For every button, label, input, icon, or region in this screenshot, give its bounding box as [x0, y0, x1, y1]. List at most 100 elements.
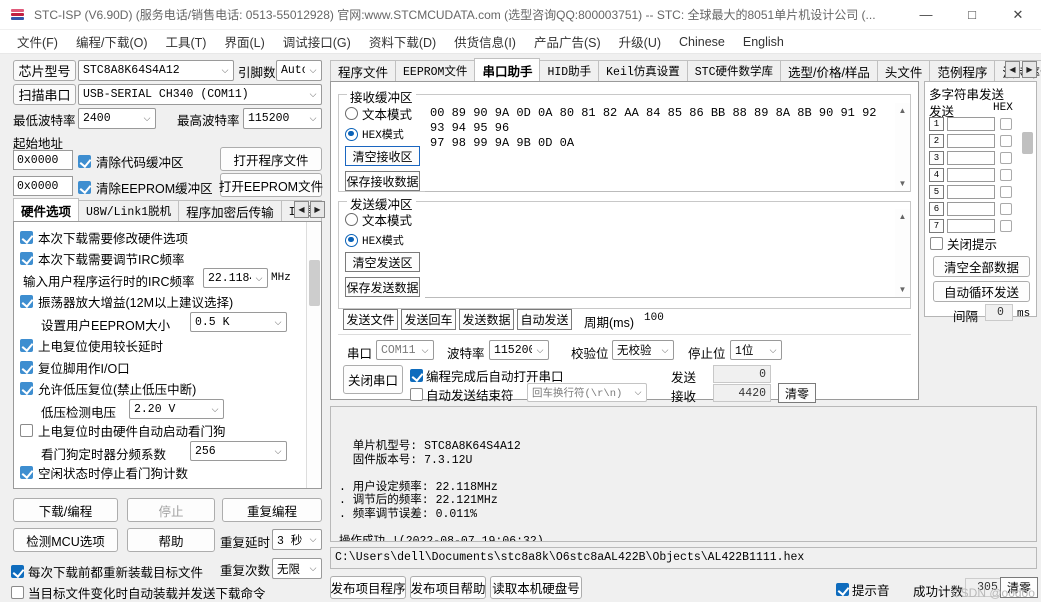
multi-send-text-input[interactable]	[947, 134, 995, 148]
multi-send-index-button[interactable]: 5	[929, 185, 944, 199]
option-adjust-irc[interactable]: 本次下载需要调节IRC频率	[20, 249, 185, 268]
send-period-value[interactable]: 100	[644, 312, 664, 324]
eeprom-size-select[interactable]: 0.5 K ⌵	[190, 312, 287, 332]
multi-send-text-input[interactable]	[947, 202, 995, 216]
tab-program-file[interactable]: 程序文件	[330, 60, 397, 81]
read-disk-id-button[interactable]: 读取本机硬盘号	[490, 576, 582, 599]
close-hint-checkbox[interactable]: 关闭提示	[930, 234, 997, 253]
tab-example-program[interactable]: 范例程序	[929, 60, 996, 81]
receive-hex-mode-radio[interactable]: HEX模式	[345, 126, 404, 142]
send-content[interactable]	[425, 209, 893, 215]
receive-text-mode-radio[interactable]: 文本模式	[345, 104, 412, 123]
multi-send-text-input[interactable]	[947, 219, 995, 233]
menu-item-chinese[interactable]: Chinese	[670, 33, 734, 51]
left-tab-scroll-left-button[interactable]: ◀	[294, 201, 309, 218]
save-receive-button[interactable]: 保存接收数据	[345, 171, 420, 191]
wdt-prescale-select[interactable]: 256 ⌵	[190, 441, 287, 461]
irc-frequency-input[interactable]: 22.1184 ⌵	[203, 268, 268, 288]
receive-content[interactable]: 00 89 90 9A 0D 0A 80 81 82 AA 84 85 86 B…	[425, 103, 893, 154]
main-tab-scroll-right-button[interactable]: ▶	[1022, 61, 1037, 78]
send-data-button[interactable]: 发送数据	[459, 309, 514, 330]
option-power-reset-delay[interactable]: 上电复位使用较长延时	[20, 336, 163, 355]
autoload-on-change-checkbox[interactable]: 当目标文件变化时自动装载并发送下载命令	[11, 583, 266, 602]
options-scrollbar[interactable]	[306, 222, 321, 488]
chip-model-select[interactable]: STC8A8K64S4A12 ⌵	[78, 60, 234, 81]
tab-u8w-offline[interactable]: U8W/Link1脱机	[78, 200, 180, 221]
menu-item-upgrade[interactable]: 升级(U)	[610, 30, 670, 53]
menu-item-program[interactable]: 编程/下载(O)	[67, 30, 157, 53]
auto-loop-send-button[interactable]: 自动循环发送	[933, 281, 1030, 302]
scroll-up-icon[interactable]: ▲	[895, 209, 910, 224]
send-file-button[interactable]: 发送文件	[343, 309, 398, 330]
stop-button[interactable]: 停止	[127, 498, 215, 522]
menu-item-supply[interactable]: 供货信息(I)	[445, 30, 525, 53]
scroll-down-icon[interactable]: ▼	[895, 282, 910, 297]
open-eeprom-file-button[interactable]: 打开EEPROM文件	[219, 173, 323, 197]
multi-send-hex-checkbox[interactable]	[1000, 118, 1012, 130]
eeprom-start-address-input[interactable]: 0x0000	[13, 176, 73, 196]
menu-item-english[interactable]: English	[734, 33, 793, 51]
auto-send-button[interactable]: 自动发送	[517, 309, 572, 330]
code-start-address-input[interactable]: 0x0000	[13, 150, 73, 170]
menu-item-file[interactable]: 文件(F)	[8, 30, 67, 53]
tab-hid-assistant[interactable]: HID助手	[539, 60, 600, 81]
left-tab-scroll-right-button[interactable]: ▶	[310, 201, 325, 218]
clear-counters-button[interactable]: 清零	[778, 383, 816, 403]
send-hex-mode-radio[interactable]: HEX模式	[345, 232, 404, 248]
minimize-button[interactable]: —	[903, 0, 949, 30]
clear-all-data-button[interactable]: 清空全部数据	[933, 256, 1030, 277]
scan-port-select[interactable]: USB-SERIAL CH340 (COM11) ⌵	[78, 84, 322, 105]
menu-item-debug[interactable]: 调试接口(G)	[274, 30, 360, 53]
auto-terminator-checkbox[interactable]: 自动发送结束符	[410, 385, 514, 404]
tab-serial-assistant[interactable]: 串口助手	[474, 58, 541, 81]
tab-header-file[interactable]: 头文件	[876, 60, 931, 81]
send-text-mode-radio[interactable]: 文本模式	[345, 210, 412, 229]
multi-send-hex-checkbox[interactable]	[1000, 220, 1012, 232]
clear-eeprom-buffer-checkbox[interactable]: 清除EEPROM缓冲区	[78, 178, 213, 197]
multi-send-text-input[interactable]	[947, 151, 995, 165]
multi-send-hex-checkbox[interactable]	[1000, 169, 1012, 181]
menu-item-tools[interactable]: 工具(T)	[157, 30, 216, 53]
lvd-voltage-select[interactable]: 2.20 V ⌵	[129, 399, 224, 419]
clear-receive-button[interactable]: 清空接收区	[345, 146, 420, 166]
tab-stc-math-lib[interactable]: STC硬件数学库	[686, 60, 781, 81]
option-lvd-reset[interactable]: 允许低压复位(禁止低压中断)	[20, 379, 196, 398]
repeat-delay-select[interactable]: 3 秒 ⌵	[272, 529, 322, 550]
help-button[interactable]: 帮助	[127, 528, 215, 552]
serial-baud-select[interactable]: 115200 ⌵	[489, 340, 549, 360]
multi-send-text-input[interactable]	[947, 117, 995, 131]
tab-selection-price[interactable]: 选型/价格/样品	[779, 60, 878, 81]
beep-checkbox[interactable]: 提示音	[836, 580, 890, 599]
max-baud-select[interactable]: 115200 ⌵	[243, 108, 322, 129]
option-modify-hardware-options[interactable]: 本次下载需要修改硬件选项	[20, 228, 188, 247]
serial-parity-select[interactable]: 无校验 ⌵	[612, 340, 674, 360]
menu-item-downloads[interactable]: 资料下载(D)	[360, 30, 445, 53]
serial-stopbit-select[interactable]: 1位 ⌵	[730, 340, 782, 360]
option-reset-pin-as-io[interactable]: 复位脚用作I/O口	[20, 358, 130, 377]
tab-eeprom-file[interactable]: EEPROM文件	[395, 60, 476, 81]
receive-scrollbar[interactable]: ▲ ▼	[895, 103, 910, 191]
publish-help-button[interactable]: 发布项目帮助	[410, 576, 486, 599]
serial-port-select[interactable]: COM11 ⌵	[376, 340, 434, 360]
repeat-count-select[interactable]: 无限 ⌵	[272, 558, 322, 579]
terminator-select[interactable]: 回车换行符(\r\n) ⌵	[527, 383, 647, 402]
interval-value[interactable]: 0	[985, 304, 1013, 321]
close-serial-port-button[interactable]: 关闭串口	[343, 365, 403, 394]
publish-project-button[interactable]: 发布项目程序	[330, 576, 406, 599]
multi-send-text-input[interactable]	[947, 168, 995, 182]
repeat-program-button[interactable]: 重复编程	[222, 498, 322, 522]
tab-hardware-options[interactable]: 硬件选项	[13, 198, 80, 221]
maximize-button[interactable]: □	[949, 0, 995, 30]
pin-count-select[interactable]: Auto ⌵	[276, 60, 322, 81]
multi-send-text-input[interactable]	[947, 185, 995, 199]
log-output[interactable]: 单片机型号: STC8A8K64S4A12 固件版本号: 7.3.12U . 用…	[330, 406, 1037, 542]
multi-send-index-button[interactable]: 3	[929, 151, 944, 165]
main-tab-scroll-left-button[interactable]: ◀	[1005, 61, 1020, 78]
multi-send-hex-checkbox[interactable]	[1000, 135, 1012, 147]
min-baud-select[interactable]: 2400 ⌵	[78, 108, 156, 129]
multi-send-scrollbar[interactable]	[1020, 116, 1035, 226]
clear-code-buffer-checkbox[interactable]: 清除代码缓冲区	[78, 152, 184, 171]
multi-send-hex-checkbox[interactable]	[1000, 203, 1012, 215]
multi-send-hex-checkbox[interactable]	[1000, 186, 1012, 198]
open-program-file-button[interactable]: 打开程序文件	[220, 147, 322, 171]
